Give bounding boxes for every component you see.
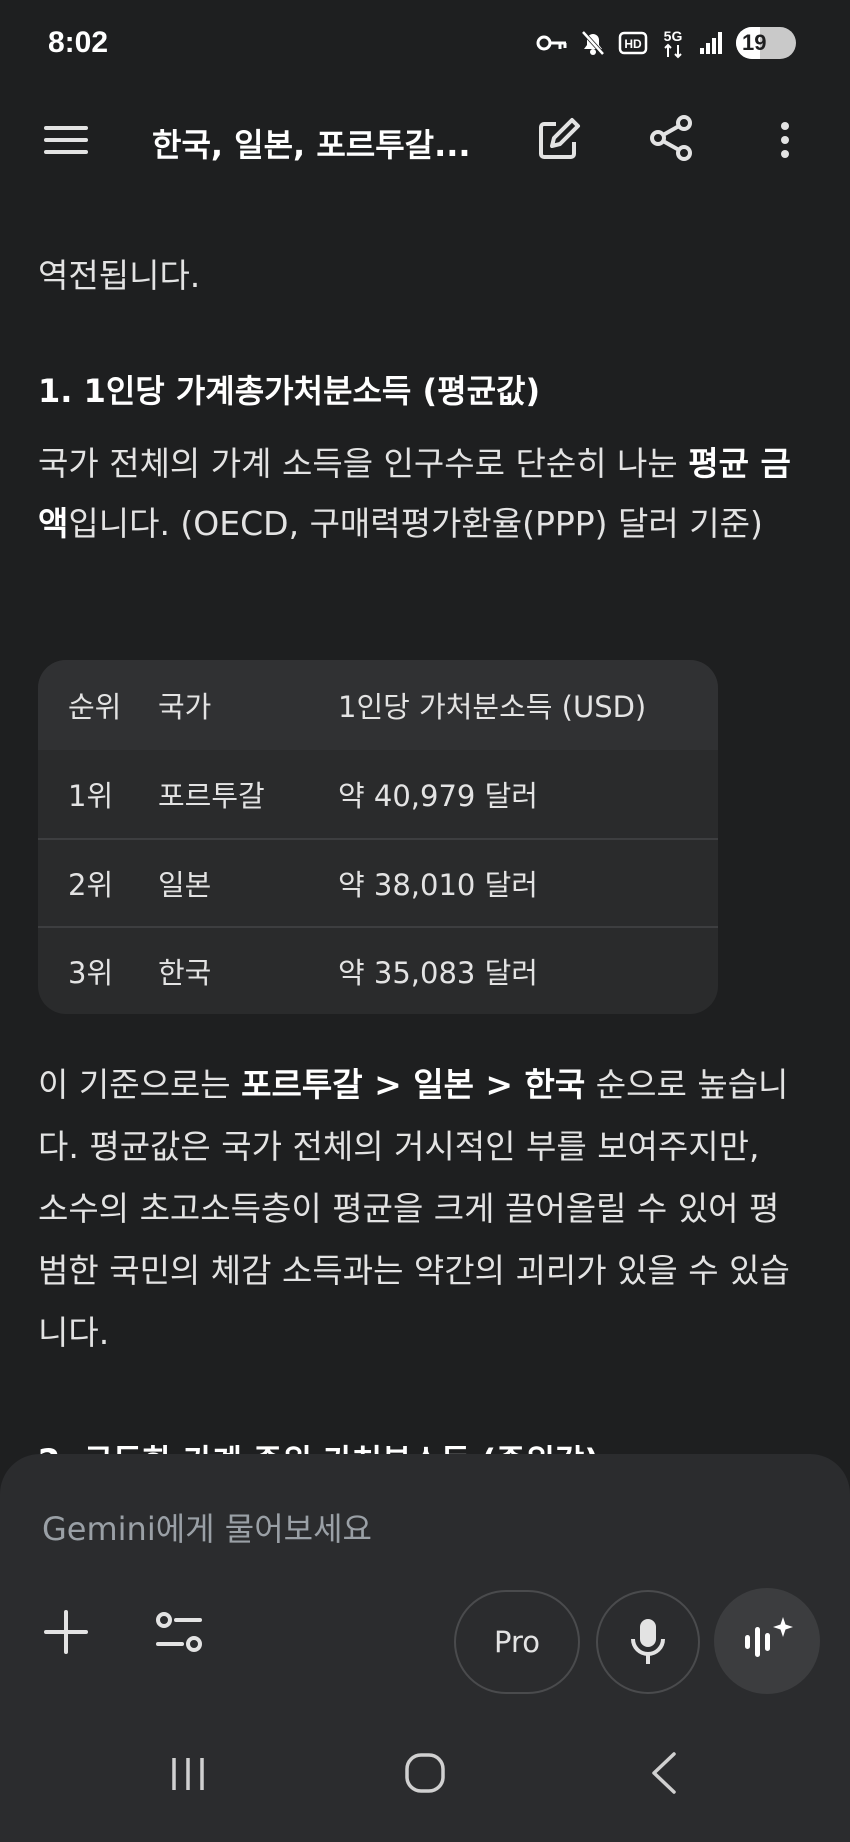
income-table: 순위 국가 1인당 가처분소득 (USD) 1위 포르투갈 약 40,979 달… (38, 660, 718, 1014)
status-time: 8:02 (48, 26, 109, 59)
system-nav-bar (0, 1710, 850, 1842)
section1-paragraph: 국가 전체의 가계 소득을 인구수로 단순히 나눈 평균 금액입니다. (OEC… (38, 444, 791, 543)
section1-conclusion: 이 기준으로는 포르투갈 > 일본 > 한국 순으로 높습니다. 평균값은 국가… (38, 1065, 790, 1352)
table-cell: 약 35,083 달러 (338, 956, 538, 990)
table-cell: 포르투갈 (158, 779, 265, 813)
mic-icon (631, 1619, 665, 1664)
table-cell: 2위 (68, 868, 114, 902)
prompt-input[interactable]: Gemini에게 물어보세요 (42, 1504, 372, 1550)
hd-icon: HD (618, 31, 648, 55)
table-cell: 3위 (68, 956, 114, 990)
back-icon[interactable] (648, 1750, 678, 1796)
tools-icon[interactable] (152, 1606, 206, 1658)
conversation-title[interactable]: 한국, 일본, 포르투갈... (152, 120, 482, 166)
table-header-cell: 1인당 가처분소득 (USD) (338, 690, 647, 724)
conclusion-bold: 포르투갈 > 일본 > 한국 (241, 1065, 586, 1104)
section1-heading: 1. 1인당 가계총가처분소득 (평균값) (38, 372, 541, 410)
edit-icon[interactable] (536, 116, 582, 162)
status-icons: HD 5G 19 (536, 26, 796, 60)
table-header-cell: 순위 (68, 690, 122, 724)
share-icon[interactable] (648, 114, 694, 162)
mic-button[interactable] (596, 1590, 700, 1694)
battery-icon: 19 (736, 27, 796, 59)
plus-icon[interactable] (40, 1606, 92, 1658)
table-row: 1위 포르투갈 약 40,979 달러 (38, 750, 718, 838)
table-cell: 약 38,010 달러 (338, 868, 538, 902)
svg-text:HD: HD (624, 37, 642, 51)
app-bar: 한국, 일본, 포르투갈... (0, 100, 850, 180)
table-cell: 한국 (158, 956, 212, 990)
vpn-key-icon (536, 35, 567, 51)
table-cell: 일본 (158, 868, 212, 902)
response-content: 역전됩니다. 1. 1인당 가계총가처분소득 (평균값) 국가 전체의 가계 소… (38, 246, 818, 1480)
pro-model-button[interactable]: Pro (454, 1590, 580, 1694)
home-icon[interactable] (404, 1752, 446, 1794)
gemini-live-icon (745, 1617, 793, 1657)
more-vert-icon[interactable] (770, 118, 800, 162)
mute-icon (581, 30, 605, 56)
table-row: 3위 한국 약 35,083 달러 (38, 926, 718, 1014)
svg-text:5G: 5G (664, 28, 683, 44)
signal-icon (700, 32, 722, 54)
table-header-cell: 국가 (158, 690, 212, 724)
table-cell: 약 40,979 달러 (338, 779, 538, 813)
5g-icon: 5G (664, 28, 683, 59)
table-cell: 1위 (68, 779, 114, 813)
menu-icon[interactable] (42, 118, 90, 162)
gemini-live-button[interactable] (714, 1588, 820, 1694)
table-header-row: 순위 국가 1인당 가처분소득 (USD) (38, 660, 718, 750)
battery-level: 19 (742, 30, 767, 55)
table-row: 2위 일본 약 38,010 달러 (38, 838, 718, 926)
recent-apps-icon[interactable] (168, 1754, 208, 1794)
response-text-top: 역전됩니다. (38, 256, 201, 295)
status-bar: 8:02 HD 5G 19 (0, 0, 850, 92)
